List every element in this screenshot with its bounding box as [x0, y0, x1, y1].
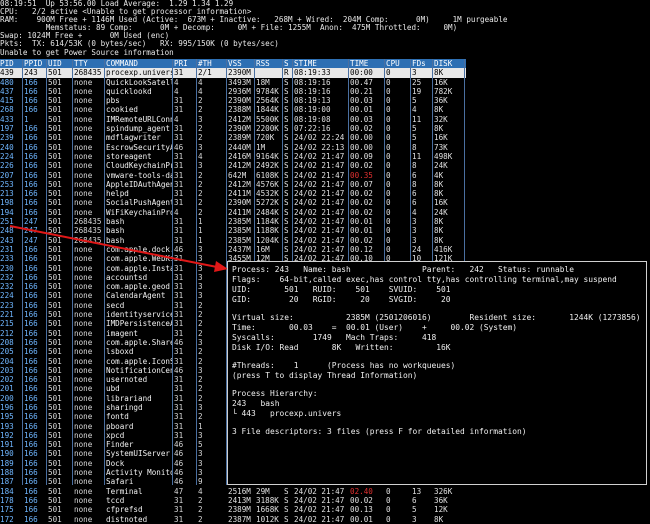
- popup-flags-line: Flags: 64-bit,called exec,has control tt…: [232, 275, 617, 284]
- cell-rss: 1012K: [256, 514, 279, 524]
- cell-disk: 326K: [434, 486, 453, 496]
- arrow-head: [214, 261, 228, 272]
- process-detail-popup[interactable]: Process: 243 Name: bash Parent: 242 Stat…: [227, 261, 647, 485]
- cell-rss: 29M: [256, 486, 270, 496]
- cell-time: 00.02: [350, 495, 373, 505]
- cell-pid: 184: [0, 486, 14, 496]
- cell-uid: 501: [48, 505, 62, 515]
- cell-pid: 175: [0, 505, 14, 515]
- cell-ppid: 166: [24, 486, 38, 496]
- cell-cpu: 0: [386, 495, 391, 505]
- cell-stime: 24/02 21:47: [294, 495, 345, 505]
- cell-pri: 31: [174, 505, 184, 515]
- cell-vss: 2389M: [228, 505, 251, 515]
- cell-tty: none: [74, 495, 93, 505]
- popup-vsize-line: Virtual size: 2385M (2501206016) Residen…: [232, 313, 641, 322]
- popup-hierarchy-parent: 243 bash: [232, 399, 280, 408]
- popup-threads-line: #Threads: 1 (Process has no workqueues): [232, 361, 456, 370]
- popup-fds-line: 3 File descriptors: 3 files (press F for…: [232, 427, 527, 436]
- cell-ppid: 166: [24, 514, 38, 524]
- cell-time: 00.01: [350, 514, 373, 524]
- cell-command: tccd: [106, 495, 125, 505]
- popup-syscalls-line: Syscalls: 1749 Mach Traps: 418: [232, 333, 437, 342]
- cell-command: distnoted: [106, 514, 148, 524]
- cell-vss: 2516M: [228, 486, 251, 496]
- cell-command: cfprefsd: [106, 505, 143, 515]
- cell-state: S: [284, 505, 289, 515]
- cell-ppid: 166: [24, 495, 38, 505]
- popup-uid-line: UID: 501 RUID: 501 SVUID: 501: [232, 285, 451, 294]
- popup-diskio-line: Disk I/O: Read 8K Written: 16K: [232, 343, 451, 352]
- cell-command: Terminal: [106, 486, 143, 496]
- cell-disk: 36K: [434, 495, 448, 505]
- cell-state: S: [284, 486, 289, 496]
- cell-threads: 2: [198, 495, 203, 505]
- popup-gid-line: GID: 20 RGID: 20 SVGID: 20: [232, 295, 451, 304]
- cell-pri: 31: [174, 514, 184, 524]
- cell-pid: 178: [0, 495, 14, 505]
- cell-threads: 2: [198, 505, 203, 515]
- cell-cpu: 0: [386, 486, 391, 496]
- cell-time: 02.40: [350, 486, 373, 496]
- cell-uid: 501: [48, 486, 62, 496]
- cell-tty: none: [74, 505, 93, 515]
- cell-state: S: [284, 495, 289, 505]
- popup-threads-hint: (press T to display Thread Information): [232, 371, 418, 380]
- cell-fds: 6: [412, 495, 417, 505]
- cell-rss: 3188K: [256, 495, 279, 505]
- cell-uid: 501: [48, 495, 62, 505]
- arrow-line: [9, 225, 223, 269]
- popup-hierarchy-title: Process Hierarchy:: [232, 389, 318, 398]
- cell-threads: 2: [198, 514, 203, 524]
- cell-disk: 12K: [434, 505, 448, 515]
- popup-time-line: Time: 00.03 = 00.01 (User) + 00.02 (Syst…: [232, 323, 518, 332]
- cell-fds: 5: [412, 505, 417, 515]
- table-row[interactable]: 175 166 501 none cfprefsd 31 2 2389M 1668K S 24/02…: [0, 505, 466, 514]
- cell-vss: 2413M: [228, 495, 251, 505]
- cell-stime: 24/02 21:47: [294, 514, 345, 524]
- table-row[interactable]: 184 166 501 none Terminal 47 4 2516M 29M S 24/02 2…: [0, 487, 466, 496]
- cell-stime: 24/02 21:47: [294, 486, 345, 496]
- cell-uid: 501: [48, 514, 62, 524]
- cell-cpu: 0: [386, 505, 391, 515]
- cell-ppid: 166: [24, 505, 38, 515]
- popup-hierarchy-child: └ 443 procexp.univers: [232, 409, 342, 418]
- cell-tty: none: [74, 486, 93, 496]
- cell-stime: 24/02 21:47: [294, 505, 345, 515]
- cell-state: S: [284, 514, 289, 524]
- table-row[interactable]: 172 166 501 none distnoted 31 2 2387M 1012K S 24/0…: [0, 515, 466, 524]
- cell-time: 00.13: [350, 505, 373, 515]
- cell-disk: 8K: [434, 514, 444, 524]
- cell-threads: 4: [198, 486, 203, 496]
- cell-fds: 3: [412, 514, 417, 524]
- cell-pid: 172: [0, 514, 14, 524]
- cell-rss: 1668K: [256, 505, 279, 515]
- table-row[interactable]: 178 166 501 none tccd 31 2 2413M 3188K S 24/02 21:…: [0, 496, 466, 505]
- cell-fds: 13: [412, 486, 422, 496]
- cell-cpu: 0: [386, 514, 391, 524]
- cell-pri: 31: [174, 495, 184, 505]
- popup-process-line: Process: 243 Name: bash Parent: 242 Stat…: [232, 265, 575, 274]
- cell-tty: none: [74, 514, 93, 524]
- cell-pri: 47: [174, 486, 184, 496]
- cell-vss: 2387M: [228, 514, 251, 524]
